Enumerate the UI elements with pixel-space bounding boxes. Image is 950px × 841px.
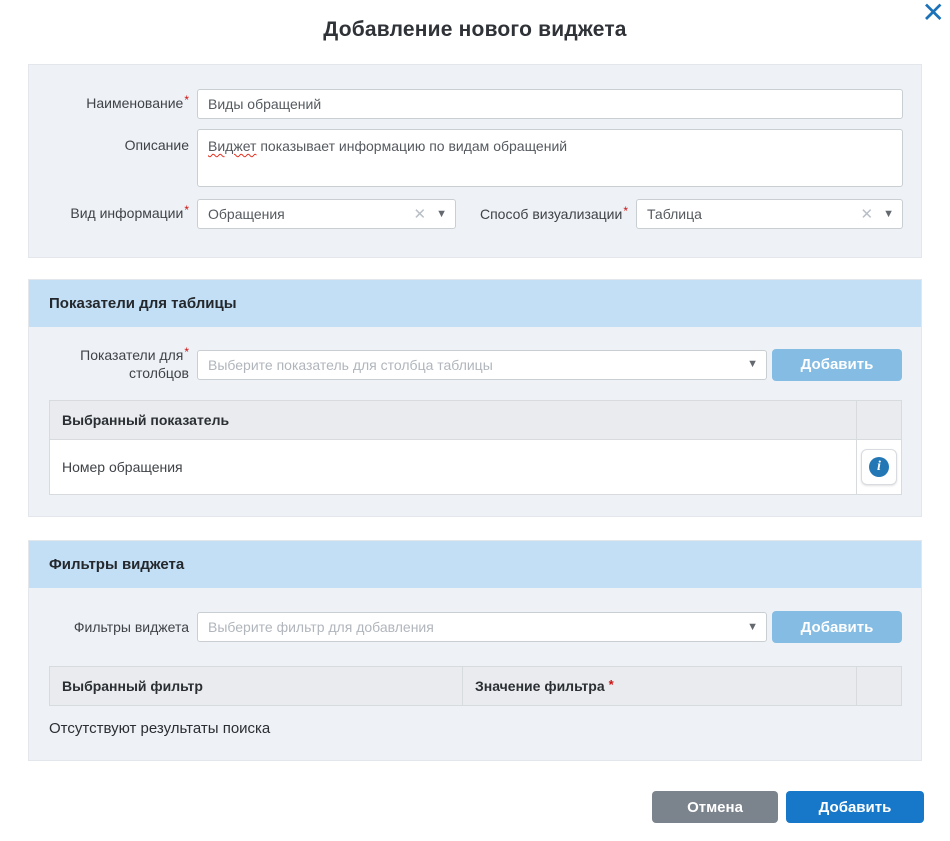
no-results-message: Отсутствуют результаты поиска <box>49 720 921 737</box>
filters-table: Выбранный фильтр Значение фильтра * <box>49 666 902 706</box>
indicators-section: Показатели для таблицы Показатели для* с… <box>28 279 922 517</box>
filters-add-row: Фильтры виджета Выберите фильтр для доба… <box>29 611 921 643</box>
dropdown-caret-icon[interactable]: ▼ <box>436 209 447 220</box>
visualization-value: Таблица <box>647 206 861 222</box>
widget-filters-label: Фильтры виджета <box>29 619 197 636</box>
column-indicators-label-line1: Показатели для <box>80 347 183 363</box>
indicators-table-header: Выбранный показатель <box>50 401 856 439</box>
name-input[interactable] <box>197 89 903 119</box>
indicator-name-cell: Номер обращения <box>50 440 856 494</box>
name-row: Наименование* <box>29 89 921 119</box>
description-text: показывает информацию по видам обращений <box>256 138 567 154</box>
required-asterisk: * <box>184 345 189 359</box>
dropdown-caret-icon[interactable]: ▼ <box>747 359 758 370</box>
filters-section: Фильтры виджета Фильтры виджета Выберите… <box>28 540 922 761</box>
clear-icon[interactable]: ✕ <box>861 207 874 222</box>
filters-section-title: Фильтры виджета <box>49 556 184 573</box>
add-filter-button[interactable]: Добавить <box>772 611 902 643</box>
info-button[interactable]: i <box>861 449 897 485</box>
description-label-text: Описание <box>125 137 189 153</box>
description-label: Описание <box>29 129 197 154</box>
submit-button[interactable]: Добавить <box>786 791 924 823</box>
dropdown-caret-icon[interactable]: ▼ <box>883 209 894 220</box>
column-indicator-select[interactable]: Выберите показатель для столбца таблицы … <box>197 350 767 380</box>
info-type-select[interactable]: Обращения ✕ ▼ <box>197 199 456 229</box>
cancel-button[interactable]: Отмена <box>652 791 778 823</box>
filters-value-header-text: Значение фильтра <box>475 678 605 694</box>
indicator-actions-cell: i <box>856 440 901 494</box>
clear-icon[interactable]: ✕ <box>414 207 427 222</box>
indicators-add-row: Показатели для* столбцов Выберите показа… <box>29 347 921 382</box>
column-indicator-placeholder: Выберите показатель для столбца таблицы <box>208 357 747 373</box>
filters-table-actions-header <box>856 667 901 705</box>
dialog-footer: Отмена Добавить <box>0 791 950 823</box>
info-type-label: Вид информации* <box>29 205 197 223</box>
required-asterisk: * <box>184 93 189 107</box>
add-widget-dialog: ✕ Добавление нового виджета Наименование… <box>0 0 950 841</box>
description-row: Описание Виджет показывает информацию по… <box>29 129 921 187</box>
selects-row: Вид информации* Обращения ✕ ▼ Способ виз… <box>29 199 921 229</box>
filters-table-header-value: Значение фильтра * <box>462 667 856 705</box>
description-misspelled-word: Виджет <box>208 138 256 154</box>
table-row: Номер обращения i <box>50 440 901 494</box>
widget-filter-select[interactable]: Выберите фильтр для добавления ▼ <box>197 612 767 642</box>
general-section: Наименование* Описание Виджет показывает… <box>28 64 922 258</box>
description-input[interactable]: Виджет показывает информацию по видам об… <box>197 129 903 187</box>
info-icon: i <box>869 457 889 477</box>
visualization-select[interactable]: Таблица ✕ ▼ <box>636 199 903 229</box>
filters-table-header-row: Выбранный фильтр Значение фильтра * <box>50 667 901 705</box>
indicators-table-header-row: Выбранный показатель <box>50 401 901 440</box>
required-asterisk: * <box>623 204 628 218</box>
column-indicators-label: Показатели для* столбцов <box>29 347 197 382</box>
visualization-label-text: Способ визуализации <box>480 206 622 222</box>
filters-section-header: Фильтры виджета <box>29 541 921 588</box>
indicators-section-header: Показатели для таблицы <box>29 280 921 327</box>
required-asterisk: * <box>184 203 189 217</box>
indicators-table: Выбранный показатель Номер обращения i <box>49 400 902 495</box>
required-asterisk: * <box>609 677 614 692</box>
close-icon[interactable]: ✕ <box>922 0 945 28</box>
dropdown-caret-icon[interactable]: ▼ <box>747 622 758 633</box>
name-label-text: Наименование <box>86 95 183 111</box>
widget-filter-placeholder: Выберите фильтр для добавления <box>208 619 747 635</box>
widget-filters-label-text: Фильтры виджета <box>74 619 189 635</box>
column-indicators-label-line2: столбцов <box>129 365 189 381</box>
dialog-title: Добавление нового виджета <box>0 0 950 42</box>
filters-table-header-filter: Выбранный фильтр <box>50 667 462 705</box>
info-type-value: Обращения <box>208 206 414 222</box>
indicators-table-actions-header <box>856 401 901 439</box>
indicators-section-title: Показатели для таблицы <box>49 295 237 312</box>
name-label: Наименование* <box>29 95 197 113</box>
info-type-label-text: Вид информации <box>70 205 183 221</box>
add-indicator-button[interactable]: Добавить <box>772 349 902 381</box>
visualization-label: Способ визуализации* <box>456 206 636 222</box>
